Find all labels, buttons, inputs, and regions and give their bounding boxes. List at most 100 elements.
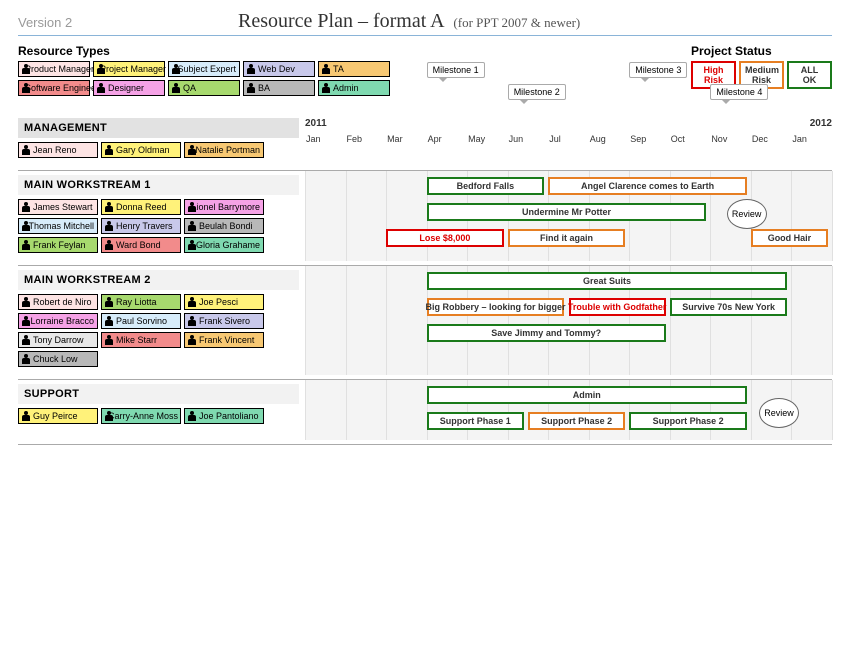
person-name: Lorraine Bracco xyxy=(30,316,94,326)
person-chip[interactable]: Tony Darrow xyxy=(18,332,98,348)
person-chip[interactable]: Beulah Bondi xyxy=(184,218,264,234)
person-chip[interactable]: Chuck Low xyxy=(18,351,98,367)
lane-left: MAIN WORKSTREAM 2Robert de NiroRay Liott… xyxy=(18,266,305,375)
person-name: Gary Oldman xyxy=(116,145,170,155)
person-chip[interactable]: Ray Liotta xyxy=(101,294,181,310)
chip-label: Product Manager xyxy=(25,64,94,74)
person-chip[interactable]: Frank Sivero xyxy=(184,313,264,329)
lane-left: MANAGEMENTJean RenoGary OldmanNatalie Po… xyxy=(18,114,305,166)
person-name: Thomas Mitchell xyxy=(28,221,94,231)
lane-timeline: Milestone 1Milestone 2Milestone 3Milesto… xyxy=(305,114,832,166)
month-label: Oct xyxy=(670,134,711,144)
resource-type-chip[interactable]: Project Manager xyxy=(93,61,165,77)
chip-label: Project Manager xyxy=(100,64,166,74)
person-name: Henry Travers xyxy=(116,221,173,231)
person-icon xyxy=(22,335,30,345)
person-chip[interactable]: Gloria Grahame xyxy=(184,237,264,253)
person-icon xyxy=(247,64,255,74)
resource-type-chip[interactable]: QA xyxy=(168,80,240,96)
month-label: Apr xyxy=(427,134,468,144)
review-oval[interactable]: Review xyxy=(727,199,767,229)
person-icon xyxy=(22,297,30,307)
person-chip[interactable]: Paul Sorvino xyxy=(101,313,181,329)
person-chip[interactable]: Joe Pantoliano xyxy=(184,408,264,424)
person-chip[interactable]: Jean Reno xyxy=(18,142,98,158)
resource-type-chip[interactable]: Software Engineer xyxy=(18,80,90,96)
person-icon xyxy=(247,83,255,93)
month-label: May xyxy=(467,134,508,144)
resource-type-chip[interactable]: Subject Expert xyxy=(168,61,240,77)
person-name: Frank Vincent xyxy=(199,335,254,345)
person-icon xyxy=(105,316,113,326)
lane-title: SUPPORT xyxy=(18,384,299,404)
person-chip[interactable]: Thomas Mitchell xyxy=(18,218,98,234)
task-bar[interactable]: Support Phase 2 xyxy=(629,412,747,430)
person-chip[interactable]: Joe Pesci xyxy=(184,294,264,310)
person-chip[interactable]: Mike Starr xyxy=(101,332,181,348)
person-chip[interactable]: Donna Reed xyxy=(101,199,181,215)
person-chip[interactable]: James Stewart xyxy=(18,199,98,215)
task-bar[interactable]: Save Jimmy and Tommy? xyxy=(427,324,666,342)
task-bar[interactable]: Support Phase 2 xyxy=(528,412,625,430)
task-bar[interactable]: Big Robbery – looking for bigger xyxy=(427,298,565,316)
person-chip[interactable]: Natalie Portman xyxy=(184,142,264,158)
person-chip[interactable]: Robert de Niro xyxy=(18,294,98,310)
task-bar[interactable]: Bedford Falls xyxy=(427,177,545,195)
person-icon xyxy=(188,335,196,345)
person-icon xyxy=(22,240,30,250)
milestone-callout[interactable]: Milestone 1 xyxy=(427,62,485,78)
person-chip[interactable]: Frank Vincent xyxy=(184,332,264,348)
milestone-callout[interactable]: Milestone 2 xyxy=(508,84,566,100)
person-name: Joe Pantoliano xyxy=(199,411,259,421)
month-label: Sep xyxy=(629,134,670,144)
person-name: Natalie Portman xyxy=(195,145,260,155)
person-chip[interactable]: Frank Feylan xyxy=(18,237,98,253)
person-chip[interactable]: Lionel Barrymore xyxy=(184,199,264,215)
task-bar[interactable]: Lose $8,000 xyxy=(386,229,504,247)
task-bar[interactable]: Great Suits xyxy=(427,272,788,290)
task-bar[interactable]: Good Hair xyxy=(751,229,828,247)
person-icon xyxy=(105,240,113,250)
person-chip[interactable]: Lorraine Bracco xyxy=(18,313,98,329)
person-chip[interactable]: Gary Oldman xyxy=(101,142,181,158)
person-icon xyxy=(188,316,196,326)
person-chip[interactable]: Ward Bond xyxy=(101,237,181,253)
task-bar[interactable]: Find it again xyxy=(508,229,626,247)
resource-type-chip[interactable]: Designer xyxy=(93,80,165,96)
person-icon xyxy=(172,64,174,74)
milestone-callout[interactable]: Milestone 3 xyxy=(629,62,687,78)
task-bar[interactable]: Angel Clarence comes to Earth xyxy=(548,177,747,195)
person-name: Tony Darrow xyxy=(33,335,84,345)
person-name: Gloria Grahame xyxy=(196,240,260,250)
person-name: Carry-Anne Moss xyxy=(108,411,178,421)
person-icon xyxy=(22,145,30,155)
person-chip[interactable]: Carry-Anne Moss xyxy=(101,408,181,424)
lane-left: MAIN WORKSTREAM 1 James StewartDonna Reed… xyxy=(18,171,305,261)
person-name: Lionel Barrymore xyxy=(191,202,260,212)
person-icon xyxy=(105,145,113,155)
task-bar[interactable]: Admin xyxy=(427,386,747,404)
workstream-lane: MAIN WORKSTREAM 2Robert de NiroRay Liott… xyxy=(18,266,832,375)
gridline xyxy=(832,380,833,440)
person-icon xyxy=(105,221,113,231)
lane-title: MAIN WORKSTREAM 1 xyxy=(18,175,299,195)
resource-type-chip[interactable]: Product Manager xyxy=(18,61,90,77)
task-bar[interactable]: Support Phase 1 xyxy=(427,412,524,430)
lane-timeline: Bedford FallsAngel Clarence comes to Ear… xyxy=(305,171,832,261)
chip-label: Software Engineer xyxy=(25,83,99,93)
month-label: Nov xyxy=(710,134,751,144)
task-bar[interactable]: Trouble with Godfather xyxy=(569,298,666,316)
person-name: Paul Sorvino xyxy=(116,316,167,326)
task-bar[interactable]: Survive 70s New York xyxy=(670,298,788,316)
milestone-callout[interactable]: Milestone 4 xyxy=(710,84,768,100)
person-icon xyxy=(188,411,196,421)
person-name: Ward Bond xyxy=(116,240,161,250)
person-name: Frank Sivero xyxy=(199,316,250,326)
person-chip[interactable]: Henry Travers xyxy=(101,218,181,234)
person-name: Guy Peirce xyxy=(33,411,78,421)
lane-people: Jean Reno Gary Oldman Natalie Portman xyxy=(18,142,278,158)
task-bar[interactable]: Undermine Mr Potter xyxy=(427,203,707,221)
month-label: Jan xyxy=(305,134,346,144)
person-chip[interactable]: Guy Peirce xyxy=(18,408,98,424)
review-oval[interactable]: Review xyxy=(759,398,799,428)
